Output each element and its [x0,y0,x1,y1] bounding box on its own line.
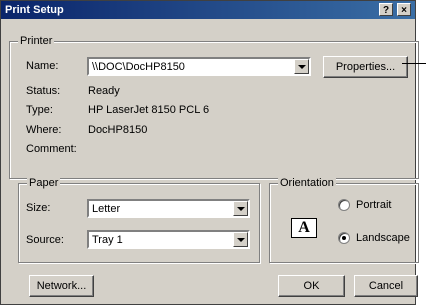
type-value: HP LaserJet 8150 PCL 6 [88,104,210,116]
network-button[interactable]: Network... [29,275,94,297]
printer-group-label: Printer [18,35,55,47]
where-value: DocHP8150 [88,124,148,136]
printer-name-dropdown[interactable]: \\DOC\DocHP8150 [87,57,311,76]
chevron-down-icon[interactable] [233,201,248,216]
chevron-down-icon[interactable] [294,59,309,74]
portrait-radio[interactable] [338,199,350,211]
callout-line [402,63,426,64]
size-label: Size: [26,202,51,214]
landscape-orientation-icon: A [291,218,317,238]
landscape-label[interactable]: Landscape [356,231,410,245]
name-label: Name: [26,60,59,72]
status-label: Status: [26,85,61,97]
chevron-down-icon[interactable] [233,232,248,247]
portrait-label[interactable]: Portrait [356,198,391,212]
paper-group: Paper [18,177,260,263]
paper-size-dropdown[interactable]: Letter [87,199,250,218]
cancel-button[interactable]: Cancel [354,275,418,297]
source-label: Source: [26,234,64,246]
properties-button[interactable]: Properties... [323,56,408,78]
paper-size-value: Letter [92,203,121,215]
ok-button[interactable]: OK [278,275,345,297]
type-label: Type: [26,104,53,116]
paper-source-value: Tray 1 [92,234,123,246]
where-label: Where: [26,124,62,136]
orientation-group-label: Orientation [278,177,336,189]
print-setup-dialog: Print Setup ? × Printer Name: \\DOC\DocH… [0,0,419,305]
status-value: Ready [88,85,120,97]
printer-name-value: \\DOC\DocHP8150 [92,61,185,73]
title-bar[interactable]: Print Setup ? × [1,1,415,19]
window-title: Print Setup [5,4,64,16]
paper-group-label: Paper [27,177,61,189]
help-button[interactable]: ? [379,3,393,16]
paper-source-dropdown[interactable]: Tray 1 [87,230,250,249]
comment-label: Comment: [26,143,77,155]
close-button[interactable]: × [397,3,411,16]
landscape-radio[interactable] [338,232,350,244]
